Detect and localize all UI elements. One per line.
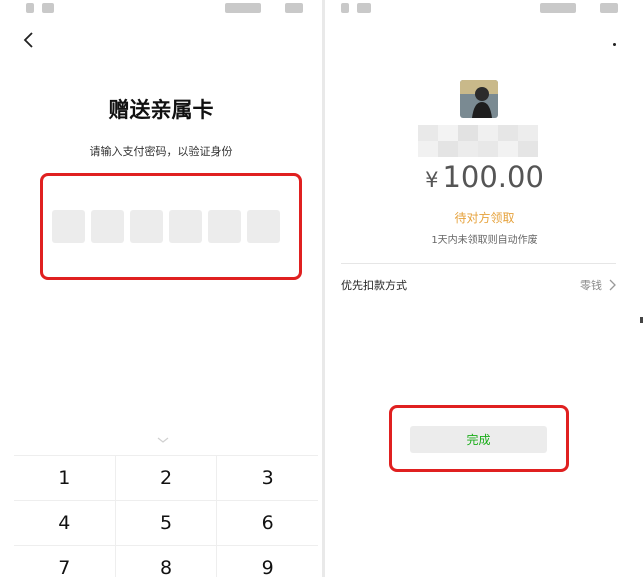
page-title: 赠送亲属卡 (108, 98, 214, 122)
status-bar-indicators-icon (225, 3, 261, 13)
gift-amount: ¥100.00 (325, 160, 644, 194)
amount-value: 100.00 (442, 160, 544, 194)
status-bar-network-icon (357, 3, 371, 13)
status-bar-clock (285, 3, 303, 13)
payment-method-row[interactable]: 优先扣款方式 零钱 (341, 272, 616, 298)
currency-symbol: ¥ (425, 168, 439, 192)
payment-method-value: 零钱 (580, 279, 602, 292)
pin-digit-box[interactable] (247, 210, 280, 243)
status-text: 待对方领取 (454, 211, 515, 225)
expiry-hint: 1天内未领取则自动作废 (431, 235, 538, 246)
key-3[interactable]: 3 (217, 456, 318, 500)
status-bar-indicators-icon (540, 3, 576, 13)
edge-mark (640, 317, 643, 323)
done-button[interactable]: 完成 (410, 426, 547, 453)
pin-digit-box[interactable] (52, 210, 85, 243)
pin-digit-box[interactable] (208, 210, 241, 243)
key-6[interactable]: 6 (217, 501, 318, 545)
keypad-row: 7 8 9 (14, 546, 318, 577)
password-screen: 赠送亲属卡 请输入支付密码，以验证身份 1 2 3 4 5 6 7 8 9 (0, 0, 322, 577)
pin-digit-box[interactable] (91, 210, 124, 243)
avatar (460, 80, 498, 118)
numeric-keypad: 1 2 3 4 5 6 7 8 9 (14, 455, 318, 577)
password-prompt: 请输入支付密码，以验证身份 (89, 145, 233, 158)
key-2[interactable]: 2 (116, 456, 218, 500)
status-bar-network-icon (42, 3, 54, 13)
keypad-row: 4 5 6 (14, 501, 318, 546)
keypad-row: 1 2 3 (14, 456, 318, 501)
key-7[interactable]: 7 (14, 546, 116, 577)
key-1[interactable]: 1 (14, 456, 116, 500)
more-icon[interactable] (613, 43, 616, 46)
recipient-name-blurred (418, 125, 538, 157)
collapse-keypad-icon[interactable] (156, 435, 170, 445)
gift-sent-screen: ¥100.00 待对方领取 1天内未领取则自动作废 优先扣款方式 零钱 完成 (325, 0, 644, 577)
divider (341, 263, 616, 264)
key-4[interactable]: 4 (14, 501, 116, 545)
status-bar-signal-icon (26, 3, 34, 13)
status-bar-signal-icon (341, 3, 349, 13)
back-icon[interactable] (20, 30, 40, 50)
key-9[interactable]: 9 (217, 546, 318, 577)
key-8[interactable]: 8 (116, 546, 218, 577)
pin-digit-box[interactable] (169, 210, 202, 243)
chevron-right-icon (609, 279, 616, 291)
key-5[interactable]: 5 (116, 501, 218, 545)
pin-input[interactable] (52, 210, 280, 243)
pin-digit-box[interactable] (130, 210, 163, 243)
payment-method-label: 优先扣款方式 (341, 279, 407, 292)
status-bar-clock (600, 3, 618, 13)
